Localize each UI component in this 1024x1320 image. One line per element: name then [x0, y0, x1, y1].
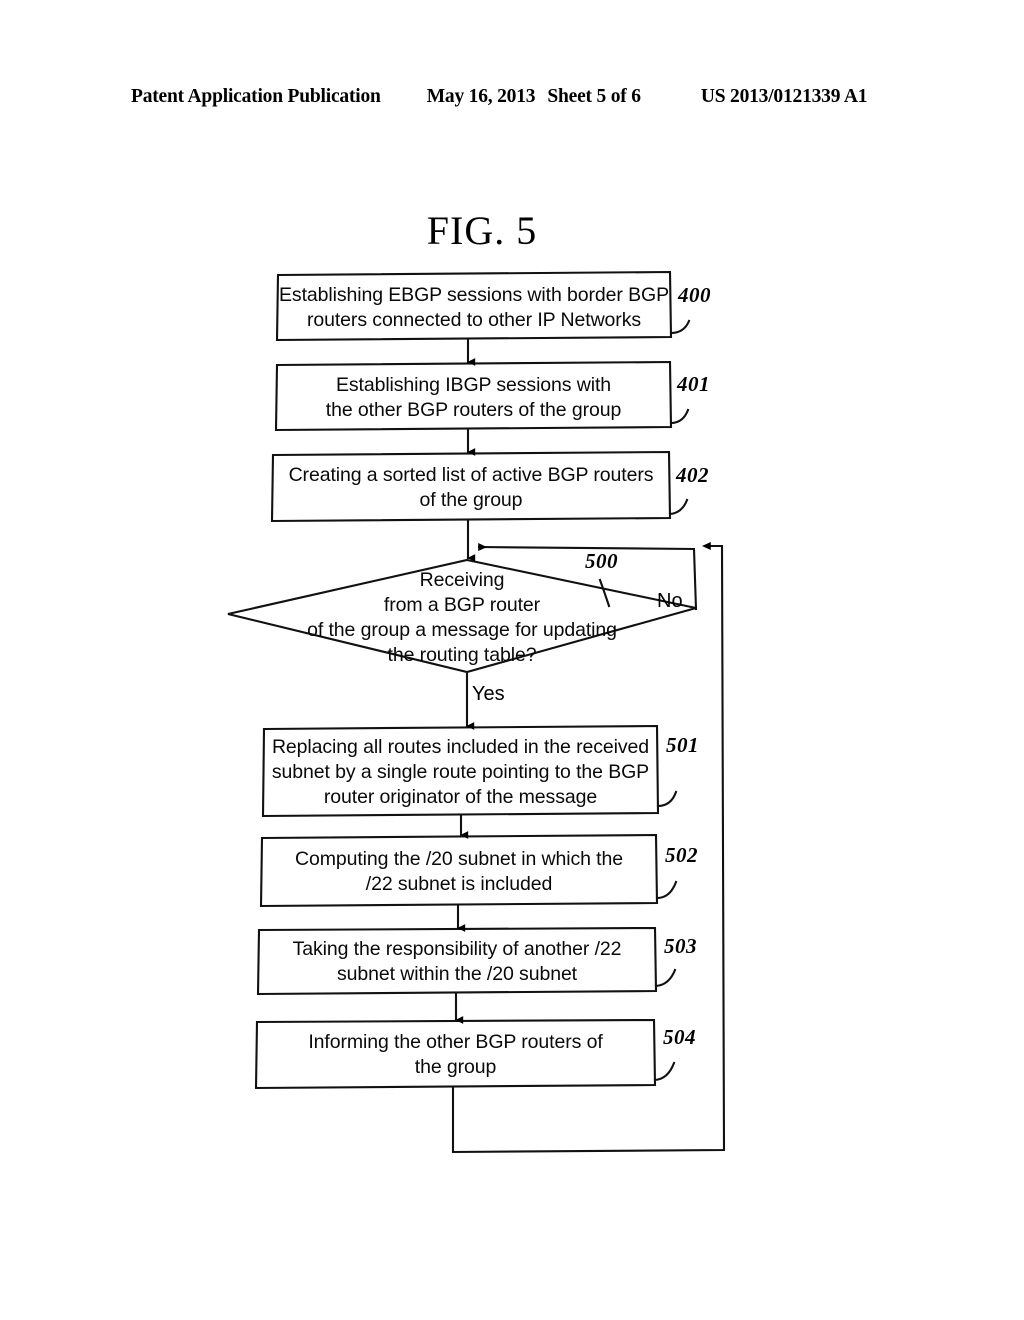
- branch-label-yes: Yes: [472, 683, 505, 705]
- leader-501: [656, 790, 678, 808]
- ref-numeral-503: 503: [664, 934, 697, 958]
- node-504-shape: [254, 1018, 657, 1090]
- node-401-shape: [274, 360, 673, 432]
- node-402-shape: [270, 450, 672, 523]
- patent-page: Patent Application Publication May 16, 2…: [0, 0, 1024, 1320]
- leader-402: [668, 498, 689, 516]
- ref-numeral-501: 501: [666, 733, 699, 757]
- ref-numeral-401: 401: [677, 372, 710, 396]
- node-500-shape: [227, 558, 697, 674]
- leader-502: [655, 880, 678, 900]
- ref-numeral-402: 402: [676, 463, 709, 487]
- node-400-shape: [275, 270, 673, 342]
- leader-400: [669, 319, 691, 335]
- ref-numeral-504: 504: [663, 1025, 696, 1049]
- node-502-shape: [259, 833, 659, 908]
- ref-numeral-400: 400: [678, 283, 711, 307]
- node-501-shape: [261, 724, 660, 818]
- ref-numeral-502: 502: [665, 843, 698, 867]
- leader-401: [669, 408, 690, 425]
- ref-numeral-500: 500: [585, 549, 618, 573]
- node-503-shape: [256, 926, 658, 996]
- leader-500: [598, 578, 611, 608]
- flowchart-diagram: [227, 270, 726, 1154]
- branch-label-no: No: [657, 590, 683, 612]
- leader-504: [653, 1061, 676, 1082]
- leader-503: [654, 968, 677, 988]
